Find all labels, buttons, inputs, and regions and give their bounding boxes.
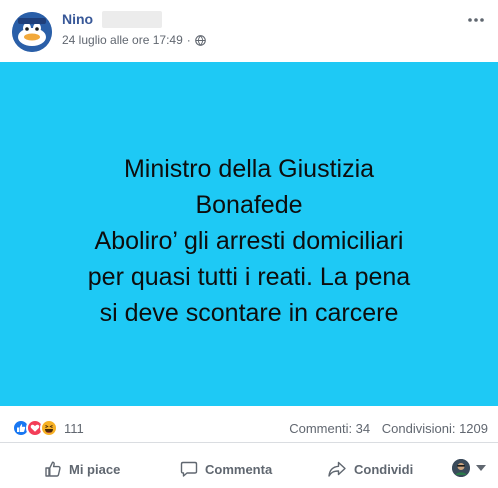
comment-count[interactable]: Commenti: 34 xyxy=(289,421,370,436)
engagement-counts: Commenti: 34 Condivisioni: 1209 xyxy=(289,421,488,436)
post-text-line: Ministro della Giustizia xyxy=(123,155,375,183)
author-avatar[interactable] xyxy=(12,12,52,52)
audience-selector[interactable] xyxy=(452,459,486,477)
post-timestamp[interactable]: 24 luglio alle ore 17:49 xyxy=(62,33,183,47)
meta-separator: · xyxy=(186,33,191,47)
post-text-line: per quasi tutti i reati. La pena xyxy=(87,263,411,291)
post-text-line: si deve scontare in carcere xyxy=(99,299,399,327)
post-text: Ministro della Giustizia Bonafede Abolir… xyxy=(29,151,469,331)
share-button[interactable]: Condividi xyxy=(327,460,413,478)
post-text-line: Bonafede xyxy=(195,191,303,219)
reaction-count[interactable]: 111 xyxy=(64,421,84,436)
user-avatar-icon xyxy=(452,459,470,477)
post-stats: 111 Commenti: 34 Condivisioni: 1209 xyxy=(0,413,498,443)
haha-reaction-icon xyxy=(40,419,58,437)
share-arrow-icon xyxy=(328,461,346,477)
globe-icon[interactable] xyxy=(194,34,206,46)
thumbs-up-icon xyxy=(45,461,61,477)
share-count[interactable]: Condivisioni: 1209 xyxy=(382,421,488,436)
like-button-label: Mi piace xyxy=(69,461,121,477)
post-header: Nino 24 luglio alle ore 17:49 · xyxy=(0,0,498,62)
ellipsis-icon[interactable] xyxy=(466,10,486,30)
caret-down-icon xyxy=(476,465,486,471)
reaction-summary[interactable]: 111 xyxy=(12,419,84,437)
share-button-label: Condividi xyxy=(354,461,414,477)
post-action-bar: Mi piace Commenta Condividi xyxy=(0,450,498,486)
author-name[interactable]: Nino xyxy=(62,11,93,27)
post-meta: 24 luglio alle ore 17:49 · xyxy=(62,33,206,47)
comment-button[interactable]: Commenta xyxy=(180,460,272,478)
comment-button-label: Commenta xyxy=(205,461,273,477)
author-surname-blurred xyxy=(102,11,162,28)
post-text-line: Aboliro’ gli arresti domiciliari xyxy=(94,227,404,255)
speech-bubble-icon xyxy=(180,461,198,477)
post-content[interactable]: Ministro della Giustizia Bonafede Abolir… xyxy=(0,62,498,406)
like-button[interactable]: Mi piace xyxy=(44,460,120,478)
facebook-post: Nino 24 luglio alle ore 17:49 · Ministro… xyxy=(0,0,498,488)
